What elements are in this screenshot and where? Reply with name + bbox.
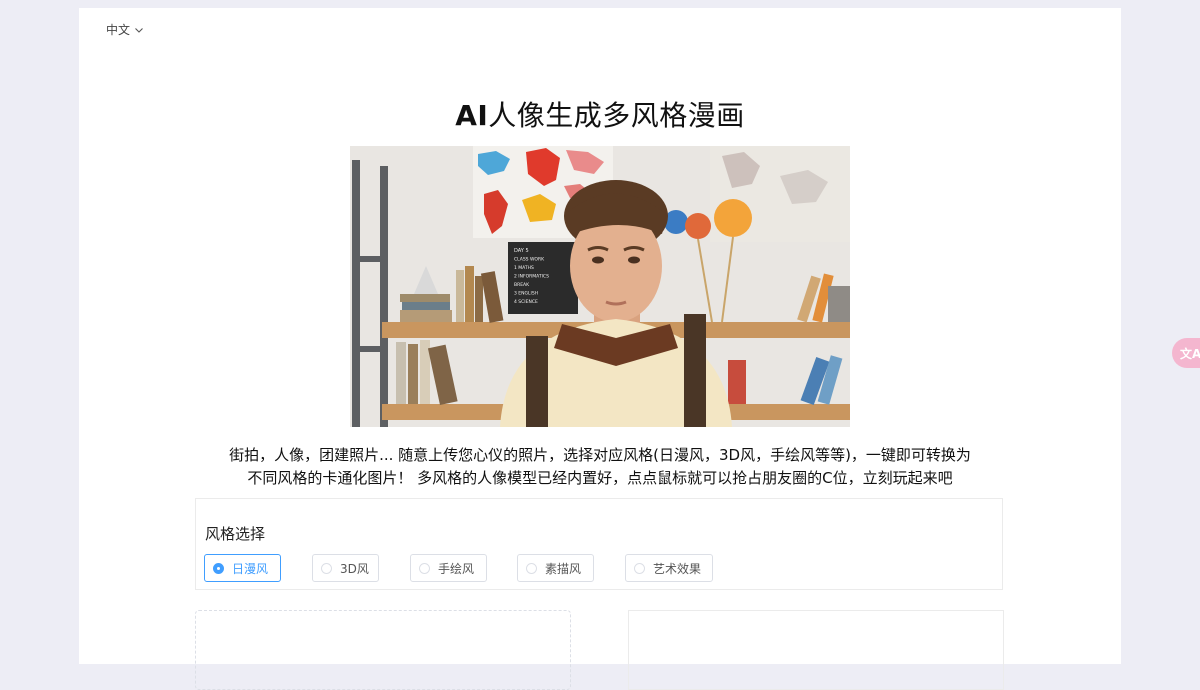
page-title-text: 人像生成多风格漫画 <box>488 99 745 132</box>
language-selector[interactable]: 中文 <box>106 21 144 38</box>
radio-icon <box>526 562 537 574</box>
style-selector-label: 风格选择 <box>205 525 266 543</box>
board-text: DAY 5 <box>514 248 529 254</box>
page-title-prefix: AI <box>455 99 489 132</box>
main-panel: 中文 AI人像生成多风格漫画 DAY 5 CLASS WORK 1 MATHS … <box>79 8 1121 690</box>
description-line-2: 不同风格的卡通化图片！ 多风格的人像模型已经内置好，点点鼠标就可以抢占朋友圈的C… <box>247 469 953 487</box>
result-area <box>628 610 1004 690</box>
style-option-handdrawn[interactable]: 手绘风 <box>410 554 487 582</box>
radio-icon <box>419 562 430 574</box>
style-option-label: 3D风 <box>340 561 369 576</box>
language-label: 中文 <box>106 23 131 37</box>
upload-area[interactable] <box>195 610 571 690</box>
hero-image: DAY 5 CLASS WORK 1 MATHS 2 INFORMATICS BREAK… <box>350 146 850 427</box>
board-text: 4 SCIENCE <box>514 299 538 305</box>
style-option-label: 手绘风 <box>438 561 475 576</box>
style-selector: 风格选择 日漫风 3D风 手绘风 素描风 艺术效果 <box>195 498 1003 590</box>
style-option-anime[interactable]: 日漫风 <box>204 554 281 582</box>
board-text: 2 INFORMATICS <box>514 274 549 280</box>
style-option-label: 素描风 <box>545 561 582 576</box>
board-text: CLASS WORK <box>514 257 545 263</box>
radio-icon <box>321 562 332 574</box>
style-option-label: 日漫风 <box>232 561 269 576</box>
description: 街拍，人像，团建照片... 随意上传您心仪的照片，选择对应风格(日漫风，3D风，… <box>179 444 1021 490</box>
style-option-sketch[interactable]: 素描风 <box>517 554 594 582</box>
board-text: 1 MATHS <box>514 265 534 271</box>
description-line-1: 街拍，人像，团建照片... 随意上传您心仪的照片，选择对应风格(日漫风，3D风，… <box>229 446 971 464</box>
style-option-label: 艺术效果 <box>653 561 702 576</box>
style-option-3d[interactable]: 3D风 <box>312 554 379 582</box>
radio-icon <box>634 562 645 574</box>
page-title: AI人像生成多风格漫画 <box>79 94 1121 134</box>
chevron-down-icon <box>135 27 143 33</box>
translate-glyph: 文A <box>1180 346 1200 361</box>
style-option-artistic[interactable]: 艺术效果 <box>625 554 713 582</box>
hero-illustration: DAY 5 CLASS WORK 1 MATHS 2 INFORMATICS BREAK… <box>350 146 850 427</box>
radio-selected-icon <box>213 562 224 574</box>
translate-icon[interactable]: 文A <box>1172 338 1200 368</box>
board-text: 3 ENGLISH <box>514 291 538 297</box>
board-text: BREAK <box>514 282 530 288</box>
